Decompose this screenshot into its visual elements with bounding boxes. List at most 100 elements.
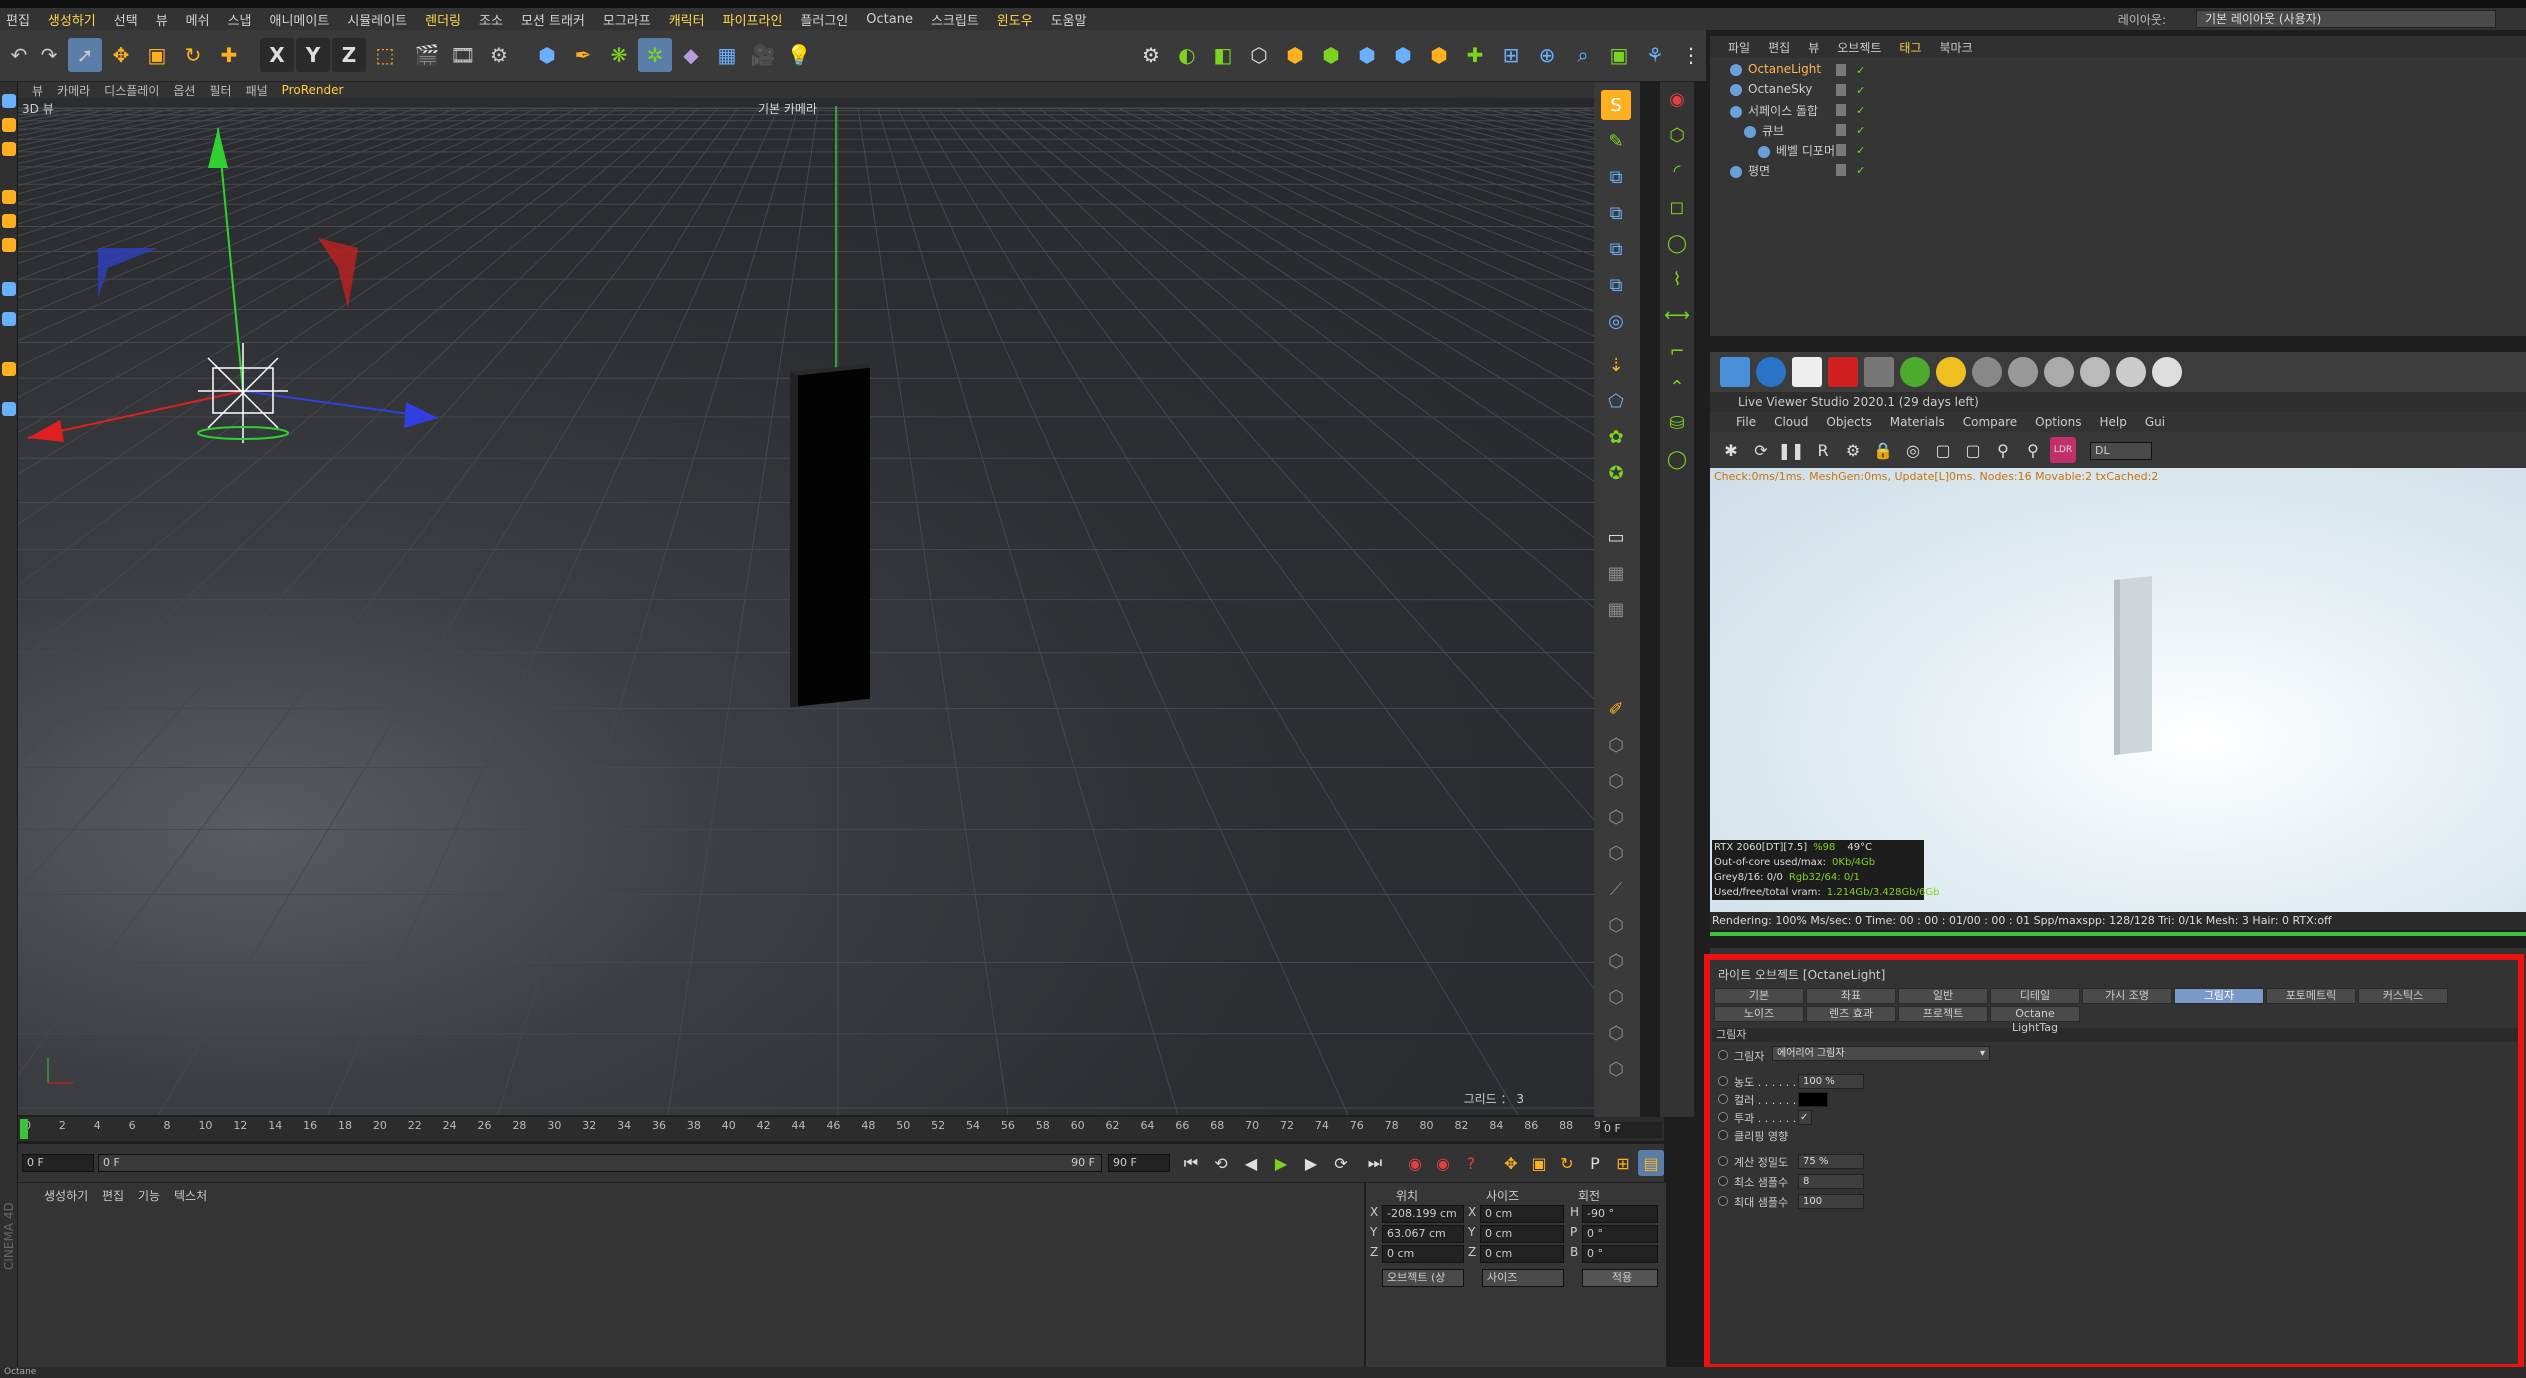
- object-manager-menu-item[interactable]: 편집: [1768, 39, 1790, 56]
- attr-tab[interactable]: 일반: [1898, 988, 1988, 1004]
- y-axis-arrow[interactable]: [208, 128, 228, 168]
- cube-tool5-icon[interactable]: ⬡: [1601, 910, 1631, 940]
- make-editable-icon[interactable]: [2, 94, 16, 108]
- octane-diffuse-icon[interactable]: [1756, 357, 1786, 387]
- cube-tool6-icon[interactable]: ⬡: [1601, 946, 1631, 976]
- effector-icon[interactable]: ✿: [1601, 422, 1631, 452]
- live-viewer-menu-item[interactable]: Options: [2035, 415, 2081, 429]
- deformer-icon[interactable]: ◆: [674, 38, 708, 72]
- octane-box-icon[interactable]: ⬢: [1422, 38, 1456, 72]
- transparency-checkbox[interactable]: ✓: [1798, 1110, 1812, 1125]
- enabled-check-icon[interactable]: ✓: [1856, 104, 1866, 117]
- enabled-check-icon[interactable]: ✓: [1856, 164, 1866, 177]
- ring-icon[interactable]: ◯: [1662, 444, 1692, 474]
- object-manager-menu-item[interactable]: 오브젝트: [1837, 39, 1881, 56]
- mat-menu-create[interactable]: 생성하기: [44, 1187, 88, 1204]
- attr-tab[interactable]: 기본: [1714, 988, 1804, 1004]
- visibility-check-icon[interactable]: [1836, 64, 1846, 76]
- coord-mode-select[interactable]: 오브젝트 (상: [1382, 1269, 1464, 1287]
- prop-anim-radio[interactable]: [1718, 1076, 1728, 1086]
- 3d-viewport[interactable]: 3D 뷰 기본 카메라 그리드 ： 3: [18, 98, 1594, 1115]
- grid-tool2-icon[interactable]: ▦: [1601, 594, 1631, 624]
- xz-plane-handle[interactable]: [318, 238, 358, 308]
- octane-s-icon[interactable]: S: [1601, 90, 1631, 120]
- object-row[interactable]: 큐브: [1718, 122, 1784, 140]
- lock-icon[interactable]: [2, 402, 16, 416]
- polygon-mode-icon[interactable]: [2, 238, 16, 252]
- coord-size-select[interactable]: 사이즈: [1482, 1269, 1564, 1287]
- menu-item[interactable]: 선택: [114, 10, 138, 29]
- menu-item[interactable]: 스냅: [228, 10, 252, 29]
- object-row[interactable]: OctaneLight: [1718, 62, 1821, 80]
- current-frame-field[interactable]: 0 F: [1600, 1122, 1662, 1138]
- object-manager-menu-item[interactable]: 뷰: [1808, 39, 1819, 56]
- rect-spline-icon[interactable]: ◻: [1662, 192, 1692, 222]
- octane-link-icon[interactable]: ⊕: [1530, 38, 1564, 72]
- cube-tool1-icon[interactable]: ⬡: [1601, 730, 1631, 760]
- frame2-icon[interactable]: ▢: [1960, 437, 1986, 463]
- viewport-menu-item[interactable]: 옵션: [173, 82, 195, 99]
- cube-tool2-icon[interactable]: ⬡: [1601, 766, 1631, 796]
- step-spline-icon[interactable]: ⌐: [1662, 336, 1692, 366]
- record-key-icon[interactable]: ◉: [1402, 1150, 1428, 1176]
- object-manager-menu-item[interactable]: 파일: [1728, 39, 1750, 56]
- octane-settings-icon[interactable]: ⚙: [1134, 38, 1168, 72]
- cube-tool4-icon[interactable]: ⬡: [1601, 838, 1631, 868]
- world-coord-icon[interactable]: ⬚: [368, 38, 402, 72]
- viewport-menu-item[interactable]: 디스플레이: [104, 82, 159, 99]
- octane-plus-icon[interactable]: ✚: [1458, 38, 1492, 72]
- menu-item[interactable]: 모그라프: [603, 10, 651, 29]
- octane-mat1-icon[interactable]: [1972, 357, 2002, 387]
- ldr-8bit-icon[interactable]: LDR: [2050, 437, 2076, 463]
- rotate-icon[interactable]: ↻: [176, 38, 210, 72]
- key-pla-icon[interactable]: ⊞: [1610, 1150, 1636, 1176]
- octane-cube-green-icon[interactable]: ⬢: [1314, 38, 1348, 72]
- viewport-menu-item[interactable]: 카메라: [57, 82, 90, 99]
- record-icon[interactable]: ◉: [1662, 84, 1692, 114]
- autokey-icon[interactable]: ◉: [1430, 1150, 1456, 1176]
- workplane-icon[interactable]: [2, 362, 16, 376]
- menu-item[interactable]: 스크립트: [931, 10, 979, 29]
- octane-mat2-icon[interactable]: [2008, 357, 2038, 387]
- octane-scatter-icon[interactable]: [1864, 357, 1894, 387]
- prev-key-icon[interactable]: ⟲: [1208, 1150, 1234, 1176]
- object-row[interactable]: 베벨 디포머: [1718, 142, 1835, 160]
- rotation-field[interactable]: 0 °: [1582, 1225, 1658, 1243]
- prop-anim-radio[interactable]: [1718, 1130, 1728, 1140]
- viewport-menu-item[interactable]: 뷰: [32, 82, 43, 99]
- scale-icon[interactable]: ▣: [140, 38, 174, 72]
- live-viewer-menu-item[interactable]: Objects: [1826, 415, 1871, 429]
- symmetry-icon[interactable]: ⧉: [1601, 270, 1631, 300]
- visibility-check-icon[interactable]: [1836, 104, 1846, 116]
- move-icon[interactable]: ✥: [104, 38, 138, 72]
- timeline-layout-icon[interactable]: ▤: [1638, 1150, 1664, 1176]
- floor-icon[interactable]: ▦: [710, 38, 744, 72]
- menu-item[interactable]: 윈도우: [997, 10, 1033, 29]
- metaball-icon[interactable]: ◎: [1601, 306, 1631, 336]
- menu-item[interactable]: 도움말: [1051, 10, 1087, 29]
- menu-item[interactable]: 메쉬: [186, 10, 210, 29]
- enabled-check-icon[interactable]: ✓: [1856, 124, 1866, 137]
- live-viewer-menu-item[interactable]: Cloud: [1774, 415, 1808, 429]
- edge-mode-icon[interactable]: [2, 214, 16, 228]
- enabled-check-icon[interactable]: ✓: [1856, 144, 1866, 157]
- octane-cube-orange-icon[interactable]: ⬢: [1278, 38, 1312, 72]
- viewport-menu-item[interactable]: 패널: [246, 82, 268, 99]
- zigzag-icon[interactable]: ⌇: [1662, 264, 1692, 294]
- shadow-color-swatch[interactable]: [1798, 1092, 1828, 1107]
- prop-field[interactable]: 100: [1798, 1194, 1864, 1209]
- attr-tab[interactable]: Octane LightTag: [1990, 1006, 2080, 1034]
- prop-field[interactable]: 8: [1798, 1174, 1864, 1189]
- x-axis-button[interactable]: X: [260, 38, 294, 72]
- region-icon[interactable]: R: [1810, 437, 1836, 463]
- cube-tool7-icon[interactable]: ⬡: [1601, 982, 1631, 1012]
- next-key-icon[interactable]: ⟳: [1328, 1150, 1354, 1176]
- texture-mode-icon[interactable]: [2, 142, 16, 156]
- attr-tab[interactable]: 렌즈 효과: [1806, 1006, 1896, 1022]
- start-frame-field[interactable]: 0 F: [22, 1154, 94, 1172]
- octane-tool-icon[interactable]: ⬡: [1242, 38, 1276, 72]
- brush-icon[interactable]: ✐: [1601, 694, 1631, 724]
- render-picture-icon[interactable]: 🎞: [446, 38, 480, 72]
- end-frame-field[interactable]: 90 F: [1108, 1154, 1170, 1172]
- key-param-icon[interactable]: P: [1582, 1150, 1608, 1176]
